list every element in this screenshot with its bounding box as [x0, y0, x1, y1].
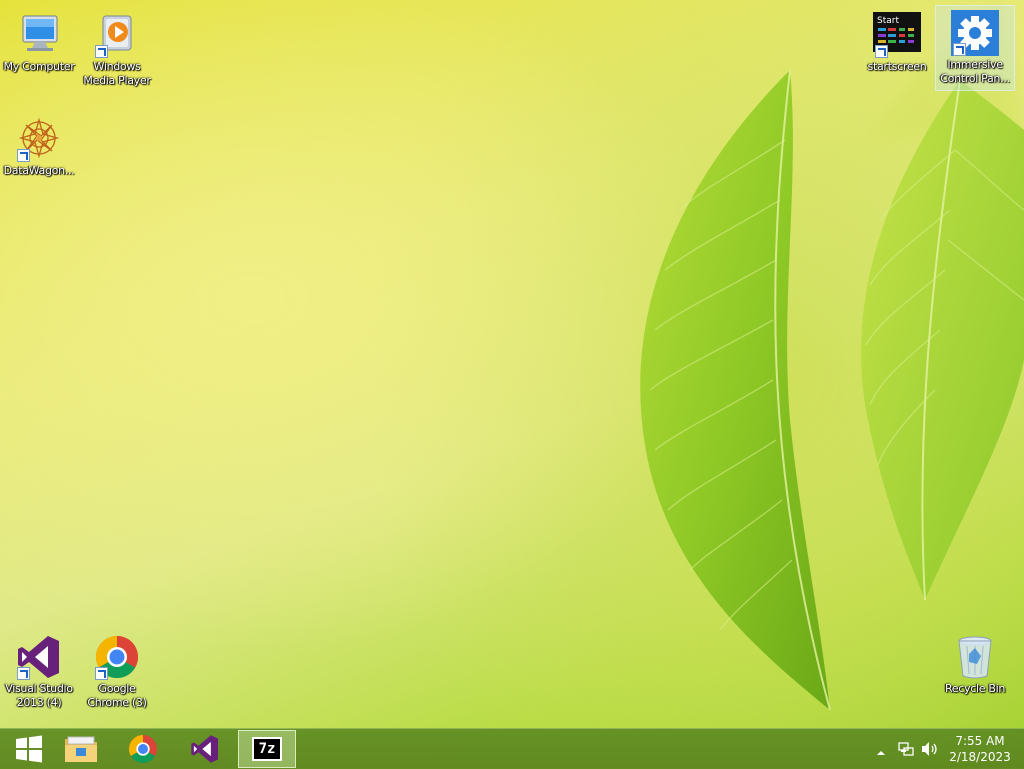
taskbar-file-explorer[interactable] [52, 730, 110, 768]
icon-label: Google Chrome (3) [87, 682, 147, 709]
tile-text: Start [877, 16, 899, 26]
icon-label: My Computer [3, 60, 75, 73]
taskbar-clock[interactable]: 7:55 AM 2/18/2023 [940, 733, 1020, 765]
clock-date: 2/18/2023 [949, 750, 1011, 764]
wallpaper-leaves [640, 0, 1024, 711]
shortcut-arrow-icon [95, 667, 108, 680]
shortcut-arrow-icon [875, 45, 888, 58]
taskbar-7zip[interactable]: 7z [238, 730, 296, 768]
desktop-icon-recycle-bin[interactable]: Recycle Bin [936, 630, 1014, 726]
recycle-bin-icon [958, 636, 992, 679]
clock-time: 7:55 AM [955, 734, 1005, 748]
desktop-icon-visual-studio[interactable]: Visual Studio 2013 (4) [0, 630, 78, 726]
desktop-icon-immersive-control-panel[interactable]: Immersive Control Pan... [935, 5, 1015, 91]
network-icon[interactable] [898, 741, 914, 761]
tray-arrow-icon[interactable] [876, 743, 886, 762]
desktop-icon-windows-media-player[interactable]: Windows Media Player [78, 8, 156, 104]
taskbar-visual-studio[interactable] [176, 730, 234, 768]
desktop-icon-google-chrome[interactable]: Google Chrome (3) [78, 630, 156, 726]
start-button[interactable] [0, 730, 58, 768]
7zip-label: 7z [258, 741, 276, 757]
desktop-icon-datawagon[interactable]: DataWagon... [0, 112, 78, 208]
file-explorer-icon [65, 736, 97, 762]
icon-label: Windows Media Player [83, 60, 151, 87]
shortcut-arrow-icon [17, 667, 30, 680]
windows-start-icon [16, 735, 42, 763]
desktop-icon-startscreen[interactable]: Start startscreen [858, 8, 936, 104]
icon-label: Immersive Control Pan... [940, 58, 1010, 85]
taskbar: 7z 7:55 AM 2/18/2023 [0, 728, 1024, 769]
icon-label: Recycle Bin [944, 682, 1006, 695]
icon-label: startscreen [867, 60, 927, 73]
taskbar-chrome[interactable] [114, 730, 172, 768]
computer-icon [22, 15, 58, 51]
icon-label: DataWagon... [3, 164, 75, 177]
visual-studio-icon [191, 735, 219, 763]
icon-label: Visual Studio 2013 (4) [5, 682, 73, 709]
volume-icon[interactable] [921, 741, 939, 761]
shortcut-arrow-icon [953, 43, 966, 56]
shortcut-arrow-icon [17, 149, 30, 162]
desktop-icon-my-computer[interactable]: My Computer [0, 8, 78, 104]
chrome-icon [128, 735, 157, 764]
shortcut-arrow-icon [95, 45, 108, 58]
7zip-icon: 7z [252, 737, 282, 761]
